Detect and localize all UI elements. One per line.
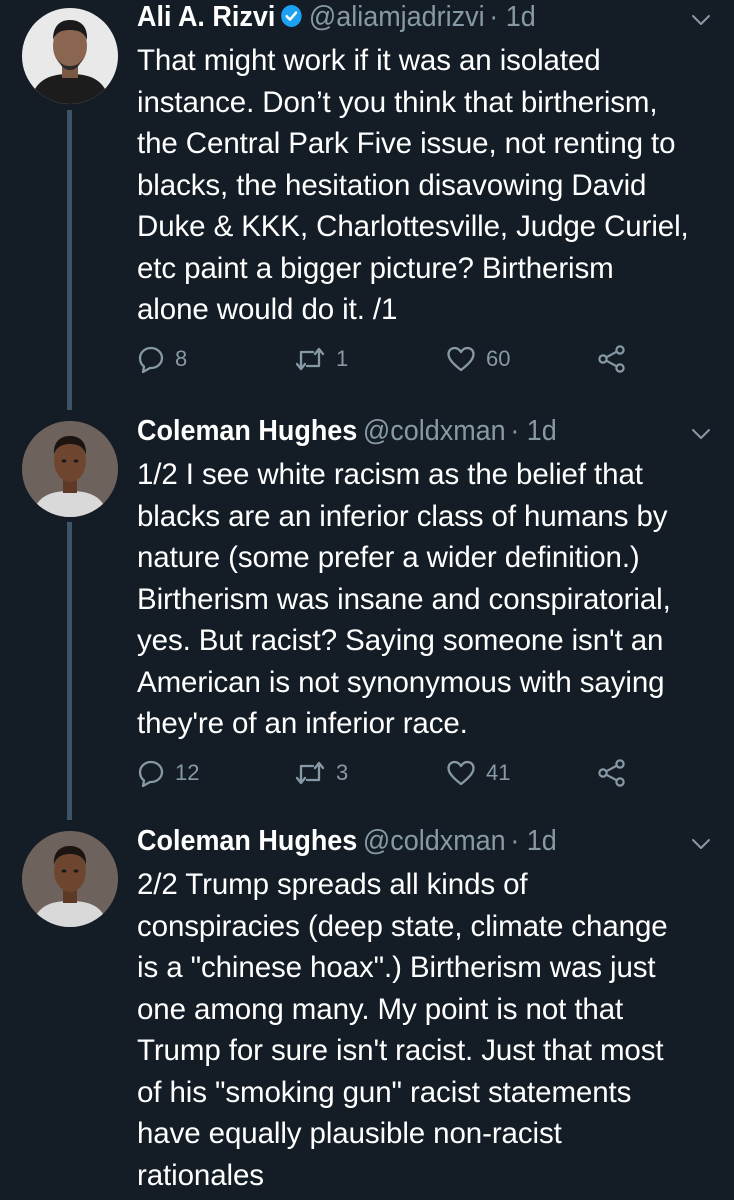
reply-count: 8 (175, 346, 188, 371)
like-button[interactable]: 41 (446, 757, 510, 789)
display-name[interactable]: Coleman Hughes (137, 825, 357, 857)
handle[interactable]: @aliamjadrizvi (309, 1, 485, 33)
tweet-header: Coleman Hughes @coldxman · 1d (137, 413, 655, 449)
retweet-count: 3 (336, 760, 349, 785)
timestamp[interactable]: · 1d (510, 825, 556, 857)
tweet-actions: 12 3 41 (137, 757, 657, 789)
share-button[interactable] (597, 757, 637, 789)
retweet-button[interactable]: 1 (294, 343, 348, 375)
share-icon (598, 759, 625, 787)
like-count: 41 (486, 760, 511, 785)
thread-line (67, 110, 72, 410)
retweet-icon (295, 347, 325, 371)
tweet-text: 1/2 I see white racism as the belief tha… (137, 458, 671, 740)
like-button[interactable]: 60 (446, 343, 510, 375)
timestamp[interactable]: · 1d (510, 415, 556, 447)
tweet-header: Ali A. Rizvi @aliamjadrizvi · 1d (137, 0, 655, 35)
chevron-down-icon[interactable] (690, 13, 712, 27)
retweet-icon (295, 761, 325, 785)
like-count: 60 (486, 346, 511, 371)
avatar-photo (22, 421, 118, 517)
chevron-down-icon[interactable] (690, 427, 712, 441)
reply-icon (138, 760, 164, 787)
avatar-photo (22, 831, 118, 927)
tweet-3[interactable]: Coleman Hughes @coldxman · 1d 2/2 Trump sp… (0, 820, 734, 1200)
display-name[interactable]: Coleman Hughes (137, 415, 357, 447)
share-button[interactable] (597, 343, 637, 375)
retweet-button[interactable]: 3 (294, 757, 348, 789)
tweet-text: 2/2 Trump spreads all kinds of conspirac… (137, 868, 668, 1192)
reply-icon (138, 346, 164, 373)
avatar[interactable] (22, 421, 118, 517)
share-icon (598, 345, 625, 373)
handle[interactable]: @coldxman (363, 415, 506, 447)
tweet-header: Coleman Hughes @coldxman · 1d (137, 823, 655, 859)
tweet-actions: 8 1 60 (137, 343, 657, 375)
heart-icon (447, 760, 475, 786)
timestamp[interactable]: · 1d (489, 1, 535, 33)
display-name[interactable]: Ali A. Rizvi (137, 1, 275, 33)
avatar[interactable] (22, 831, 118, 927)
thread-line (67, 522, 72, 820)
handle[interactable]: @coldxman (363, 825, 506, 857)
avatar-photo (22, 8, 118, 104)
tweet-2[interactable]: Coleman Hughes @coldxman · 1d 1/2 I see wh… (0, 410, 734, 820)
avatar[interactable] (22, 8, 118, 104)
retweet-count: 1 (336, 346, 349, 371)
tweet-1[interactable]: Ali A. Rizvi @aliamjadrizvi · 1d That migh… (0, 0, 734, 410)
heart-icon (447, 346, 475, 372)
reply-button[interactable]: 8 (137, 343, 187, 375)
chevron-down-icon[interactable] (690, 837, 712, 851)
reply-count: 12 (175, 760, 200, 785)
reply-button[interactable]: 12 (137, 757, 199, 789)
verified-badge-icon (279, 2, 303, 38)
tweet-text: That might work if it was an isolated in… (137, 44, 689, 326)
